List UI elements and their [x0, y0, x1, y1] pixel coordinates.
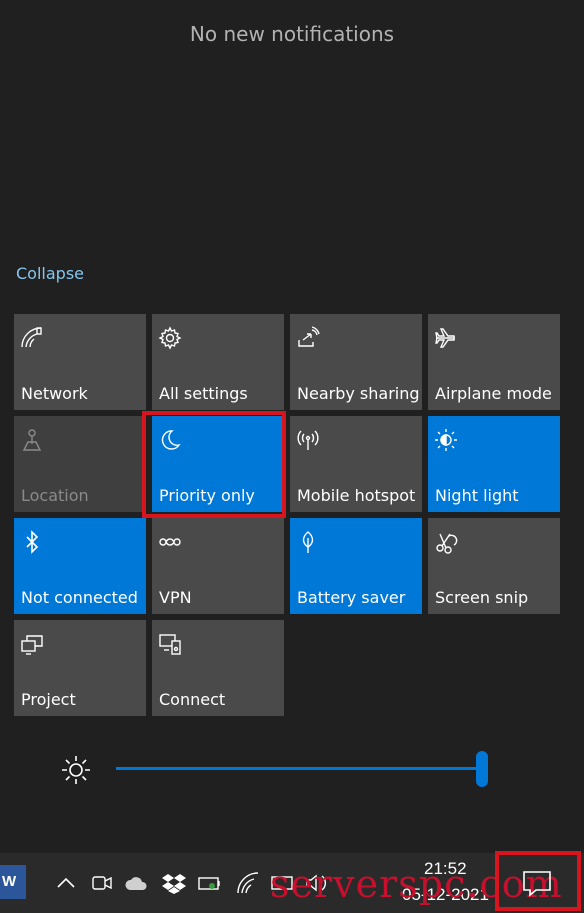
network-icon — [20, 326, 44, 350]
tile-label: Airplane mode — [435, 384, 552, 403]
chevron-up-icon[interactable] — [54, 871, 78, 895]
brightness-slider[interactable] — [116, 767, 482, 770]
tile-nearby-sharing[interactable]: Nearby sharing — [290, 314, 422, 410]
tile-bluetooth[interactable]: Not connected — [14, 518, 146, 614]
hotspot-icon — [296, 428, 320, 452]
tile-label: Mobile hotspot — [297, 486, 416, 505]
tile-mobile-hotspot[interactable]: Mobile hotspot — [290, 416, 422, 512]
screen-snip-icon — [434, 530, 458, 554]
tile-label: Screen snip — [435, 588, 529, 607]
tile-screen-snip[interactable]: Screen snip — [428, 518, 560, 614]
tile-label: Nearby sharing — [297, 384, 420, 403]
tile-label: Network — [21, 384, 88, 403]
location-icon — [20, 428, 44, 452]
tile-priority-only[interactable]: Priority only — [152, 416, 284, 512]
airplane-icon — [434, 326, 458, 350]
clock-time[interactable]: 21:52 — [424, 859, 467, 879]
tile-project[interactable]: Project — [14, 620, 146, 716]
connect-icon — [158, 632, 182, 656]
tile-label: Not connected — [21, 588, 138, 607]
tile-battery-saver[interactable]: Battery saver — [290, 518, 422, 614]
dropbox-icon[interactable] — [162, 871, 186, 895]
word-app-icon[interactable]: W — [0, 865, 26, 899]
tile-all-settings[interactable]: All settings — [152, 314, 284, 410]
brightness-slider-thumb[interactable] — [476, 751, 488, 787]
tile-label: All settings — [159, 384, 248, 403]
keyboard-icon[interactable] — [270, 871, 294, 895]
volume-icon[interactable] — [304, 871, 328, 895]
tile-airplane-mode[interactable]: Airplane mode — [428, 314, 560, 410]
project-icon — [20, 632, 44, 656]
tile-label: Priority only — [159, 486, 255, 505]
tile-location[interactable]: Location — [14, 416, 146, 512]
onedrive-icon[interactable] — [124, 871, 148, 895]
tile-night-light[interactable]: Night light — [428, 416, 560, 512]
clock-date[interactable]: 05-12-2021 — [402, 885, 489, 905]
gear-icon — [158, 326, 182, 350]
tile-label: Night light — [435, 486, 519, 505]
vpn-icon — [158, 530, 182, 554]
taskbar: W 21:52 05-12-2021 — [0, 853, 584, 913]
bluetooth-icon — [20, 530, 44, 554]
collapse-link[interactable]: Collapse — [16, 264, 84, 283]
night-light-icon — [434, 428, 458, 452]
tile-network[interactable]: Network — [14, 314, 146, 410]
action-center-icon[interactable] — [520, 866, 554, 900]
tile-label: Battery saver — [297, 588, 406, 607]
meet-now-icon[interactable] — [90, 871, 114, 895]
moon-icon — [158, 428, 182, 452]
no-notifications-text: No new notifications — [189, 22, 395, 46]
tile-label: VPN — [159, 588, 192, 607]
nearby-sharing-icon — [296, 326, 320, 350]
tile-label: Project — [21, 690, 76, 709]
brightness-icon — [60, 754, 92, 786]
battery-saver-icon — [296, 530, 320, 554]
battery-icon[interactable] — [198, 871, 222, 895]
wifi-icon[interactable] — [236, 871, 260, 895]
tile-vpn[interactable]: VPN — [152, 518, 284, 614]
tile-connect[interactable]: Connect — [152, 620, 284, 716]
tile-label: Location — [21, 486, 89, 505]
tile-label: Connect — [159, 690, 226, 709]
